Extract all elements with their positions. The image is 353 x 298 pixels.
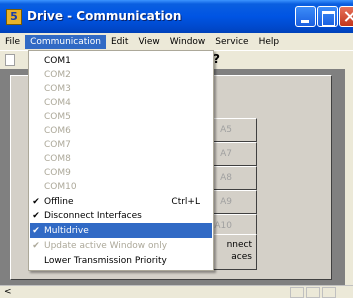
address-button-a8[interactable]: A8: [211, 166, 257, 190]
menu-bar: File Communication Edit View Window Service He…: [0, 33, 353, 50]
menu-item-label: Offline: [44, 196, 74, 207]
menu-item-shortcut: Ctrl+L: [171, 196, 200, 207]
menu-item-label: COM7: [44, 139, 71, 150]
help-cursor-icon[interactable]: ?: [213, 52, 220, 66]
status-pane: [290, 287, 304, 298]
address-button-a9[interactable]: A9: [211, 190, 257, 214]
address-button-label: A10: [214, 221, 232, 231]
menu-item-label: Update active Window only: [44, 240, 168, 251]
menu-item-com4[interactable]: COM4: [30, 95, 212, 110]
menu-item-com9[interactable]: COM9: [30, 165, 212, 180]
menu-communication[interactable]: Communication: [25, 34, 106, 49]
minimize-button[interactable]: [295, 6, 316, 27]
address-button-a5[interactable]: A5: [211, 118, 257, 142]
checkmark-icon: ✔: [32, 240, 40, 251]
communication-menu-dropdown: COM1 COM2 COM3 COM4 COM5 COM6 COM7 COM8 COM9 COM1…: [28, 50, 214, 271]
address-button-label: A5: [220, 125, 232, 135]
menu-item-label: COM4: [44, 97, 71, 108]
menu-item-label: Disconnect Interfaces: [44, 210, 142, 221]
checkmark-icon: ✔: [32, 225, 40, 236]
status-pane: [322, 287, 336, 298]
menu-item-com2[interactable]: COM2: [30, 67, 212, 82]
title-bar: 5 Drive - Communication: [0, 0, 353, 33]
menu-item-label: COM6: [44, 125, 71, 136]
menu-item-multidrive[interactable]: ✔ Multidrive: [30, 223, 212, 238]
menu-item-com5[interactable]: COM5: [30, 109, 212, 124]
address-button-a7[interactable]: A7: [211, 142, 257, 166]
menu-service[interactable]: Service: [210, 35, 253, 49]
app-icon[interactable]: 5: [6, 9, 22, 25]
menu-item-com8[interactable]: COM8: [30, 151, 212, 166]
menu-item-label: COM8: [44, 153, 71, 164]
menu-file[interactable]: File: [0, 35, 25, 49]
menu-item-label: COM10: [44, 181, 77, 192]
connect-interfaces-button[interactable]: nnect aces: [211, 234, 257, 270]
menu-edit[interactable]: Edit: [106, 35, 133, 49]
menu-item-label: COM9: [44, 167, 71, 178]
address-button-label: A9: [220, 197, 232, 207]
menu-item-label: COM2: [44, 69, 71, 80]
address-button-label: A7: [220, 149, 232, 159]
window-title: Drive - Communication: [27, 9, 182, 23]
menu-item-disconnect-interfaces[interactable]: ✔ Disconnect Interfaces: [30, 208, 212, 223]
menu-item-com6[interactable]: COM6: [30, 123, 212, 138]
connect-button-line2: aces: [231, 252, 252, 262]
connect-button-line1: nnect: [226, 240, 252, 250]
checkmark-icon: ✔: [32, 210, 40, 221]
menu-item-com3[interactable]: COM3: [30, 81, 212, 96]
address-button-label: A8: [220, 173, 232, 183]
menu-item-lower-transmission-priority[interactable]: Lower Transmission Priority: [30, 253, 212, 268]
menu-item-com10[interactable]: COM10: [30, 179, 212, 194]
menu-item-update-active-window-only[interactable]: ✔ Update active Window only: [30, 238, 212, 253]
maximize-button[interactable]: [317, 6, 338, 27]
scroll-left-arrow-icon[interactable]: <: [4, 287, 14, 298]
menu-window[interactable]: Window: [165, 35, 211, 49]
status-pane: [306, 287, 320, 298]
menu-item-com1[interactable]: COM1: [30, 53, 212, 68]
menu-view[interactable]: View: [133, 35, 164, 49]
close-button[interactable]: [339, 6, 353, 27]
new-document-icon[interactable]: [5, 54, 15, 66]
horizontal-scrollbar[interactable]: <: [0, 285, 353, 298]
right-frame: [345, 69, 353, 285]
checkmark-icon: ✔: [32, 196, 40, 207]
menu-item-label: COM3: [44, 83, 71, 94]
menu-item-com7[interactable]: COM7: [30, 137, 212, 152]
menu-item-label: Lower Transmission Priority: [44, 255, 167, 266]
menu-item-offline[interactable]: ✔ Offline Ctrl+L: [30, 194, 212, 209]
menu-item-label: Multidrive: [44, 225, 89, 236]
menu-item-label: COM1: [44, 55, 71, 66]
menu-help[interactable]: Help: [254, 35, 285, 49]
menu-item-label: COM5: [44, 111, 71, 122]
